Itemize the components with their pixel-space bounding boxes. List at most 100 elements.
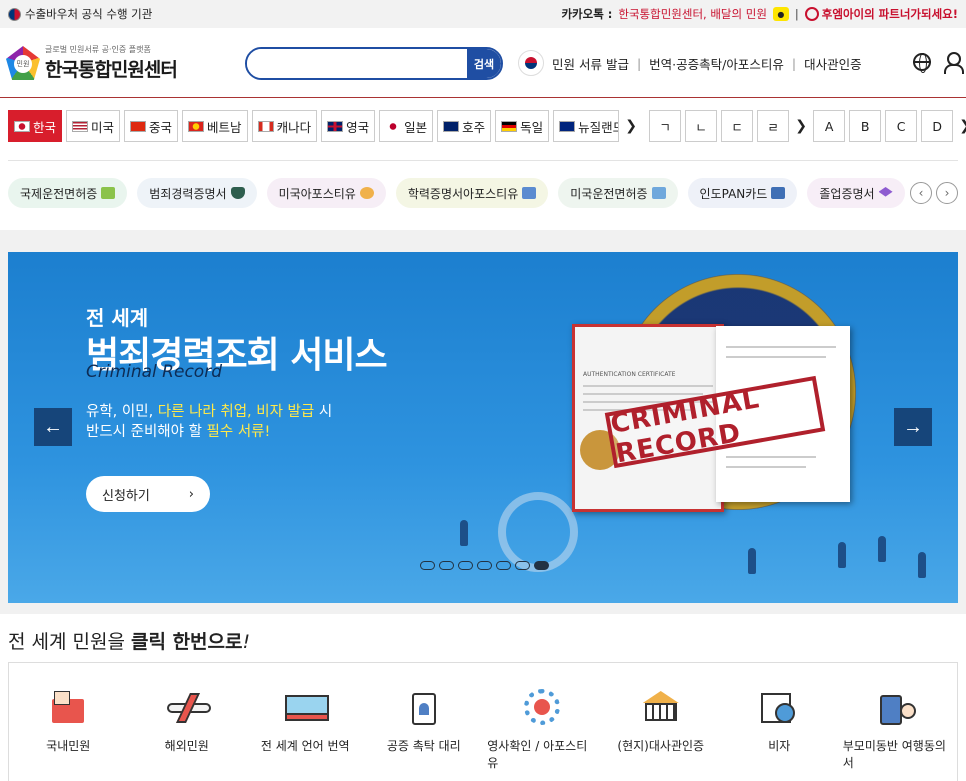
chips-next-button[interactable]: › [936,182,958,204]
kakao-icon[interactable]: ● [772,7,789,21]
country-tab-china[interactable]: 중국 [124,110,179,142]
country-tab-new-zealand[interactable]: 뉴질랜드 [553,110,620,142]
banner-next-button[interactable]: → [894,408,932,446]
letter-filter-b[interactable]: B [849,110,882,142]
slide-dot[interactable] [458,561,473,570]
slide-dot[interactable] [439,561,454,570]
quick-visa[interactable]: 비자 [724,687,834,781]
graduation-cap-icon [878,187,893,197]
logo-title: 한국통합민원센터 [45,59,178,81]
country-tab-germany[interactable]: 독일 [495,110,550,142]
voucher-notice: 수출바우처 공식 수행 기관 [8,6,152,22]
quick-embassy[interactable]: (현지)대사관인증 [606,687,716,781]
luggage-icon [878,687,918,727]
folder-icon [48,687,88,727]
nav-embassy-certification[interactable]: 대사관인증 [804,54,862,73]
chip-international-license[interactable]: 국제운전면허증 [8,178,128,208]
apply-button[interactable]: 신청하기 › [86,476,210,512]
australia-flag-icon [443,120,460,132]
quick-translation[interactable]: 전 세계 언어 번역 [250,687,360,781]
banner-english-title: Criminal Record [86,362,222,382]
chip-diploma-apostille[interactable]: 학력증명서아포스티유 [395,178,549,208]
country-tabs: 한국 미국 중국 베트남 캐나다 영국 일본 호주 독일 뉴질랜드 ❯ ㄱ ㄴ … [8,110,966,142]
slide-dot[interactable] [515,561,530,570]
site-logo[interactable]: 민원 글로벌 민원서류 공·인증 플랫폼 한국통합민원센터 [6,44,178,82]
chip-us-license[interactable]: 미국운전면허증 [558,178,678,208]
chevron-right-icon[interactable]: ❯ [957,118,966,134]
chevron-right-icon[interactable]: ❯ [793,118,809,134]
germany-flag-icon [501,120,518,132]
id-badge-icon [404,687,444,727]
country-tab-korea[interactable]: 한국 [8,110,63,142]
divider [8,160,958,161]
slide-dot[interactable] [477,561,492,570]
nav-document-issue[interactable]: 민원 서류 발급 [552,54,629,73]
slide-dot[interactable] [420,561,435,570]
nav-translation-apostille[interactable]: 번역·공증촉탁/아포스티유 [649,54,784,73]
letter-filter-giyeok[interactable]: ㄱ [649,110,682,142]
search-input[interactable] [247,49,467,78]
slide-dot[interactable] [496,561,511,570]
slide-dot-active[interactable] [534,561,549,570]
uk-flag-icon [327,120,344,132]
hero-banner[interactable]: AUTHENTICATION CERTIFICATE CRIMINAL RECO… [8,252,958,603]
canada-flag-icon [257,120,274,132]
letter-filter-d[interactable]: D [921,110,954,142]
section-title: 전 세계 민원을 클릭 한번으로! [8,631,251,653]
id-card-icon [651,187,666,199]
top-bar: 수출바우처 공식 수행 기관 카카오톡 : 한국통합민원센터, 배달의 민원 ●… [0,0,966,28]
usa-flag-icon [72,120,89,132]
korea-flag-icon [14,120,30,132]
quick-apostille[interactable]: 영사확인 / 아포스티유 [487,687,597,781]
site-header: 민원 글로벌 민원서류 공·인증 플랫폼 한국통합민원센터 검색 민원 서류 발… [0,28,966,98]
search-button[interactable]: 검색 [467,49,501,78]
popular-services: 국제운전면허증 범죄경력증명서 미국아포스티유 학력증명서아포스티유 미국운전면… [8,178,905,208]
quick-travel-consent[interactable]: 부모미동반 여행동의서 [843,687,953,781]
letter-filter-c[interactable]: C [885,110,918,142]
search-box: 검색 [245,47,503,80]
quick-overseas[interactable]: 해외민원 [132,687,242,781]
letter-filter-digeut[interactable]: ㄷ [721,110,754,142]
logo-mark-icon: 민원 [6,46,40,80]
country-tab-usa[interactable]: 미국 [66,110,121,142]
car-icon [101,187,116,199]
kakao-label: 카카오톡 : [561,7,613,21]
letter-filter-rieul[interactable]: ㄹ [757,110,790,142]
folder-icon [522,187,537,199]
voucher-text: 수출바우처 공식 수행 기관 [25,7,153,21]
korea-emblem-icon [8,7,21,21]
letter-filter-nieun[interactable]: ㄴ [685,110,718,142]
user-icon[interactable] [944,52,964,74]
kakao-link[interactable]: 한국통합민원센터, 배달의 민원 [618,6,767,22]
chip-india-pan-card[interactable]: 인도PAN카드 [687,178,798,208]
chip-us-apostille[interactable]: 미국아포스티유 [266,178,386,208]
quick-notary[interactable]: 공증 촉탁 대리 [369,687,479,781]
globe-icon[interactable] [913,53,931,73]
divider: | [794,7,799,21]
quick-domestic[interactable]: 국내민원 [13,687,123,781]
country-tab-vietnam[interactable]: 베트남 [182,110,248,142]
slide-indicators [420,561,549,570]
country-tab-uk[interactable]: 영국 [321,110,376,142]
china-flag-icon [130,120,147,132]
japan-flag-icon [385,120,402,132]
new-zealand-flag-icon [559,120,576,132]
ticket-icon [285,687,330,727]
country-tab-japan[interactable]: 일본 [379,110,434,142]
card-icon [771,187,786,199]
banner-description-line2: 반드시 준비해야 할 필수 서류! [86,424,271,440]
logo-subtitle: 글로벌 민원서류 공·인증 플랫폼 [45,45,151,54]
chip-criminal-record[interactable]: 범죄경력증명서 [137,178,257,208]
partner-link[interactable]: 후엠아이의 파트너가되세요! [804,6,958,22]
main-nav: 민원 서류 발급 | 번역·공증촉탁/아포스티유 | 대사관인증 [518,50,862,76]
partner-text: 후엠아이의 파트너가되세요! [821,7,958,21]
medal-icon [359,187,374,199]
chips-prev-button[interactable]: ‹ [910,182,932,204]
chevron-right-icon[interactable]: ❯ [623,118,639,134]
chip-graduation-certificate[interactable]: 졸업증명서 [807,178,905,208]
embassy-icon [641,687,681,727]
banner-prev-button[interactable]: ← [34,408,72,446]
letter-filter-a[interactable]: A [813,110,846,142]
country-tab-canada[interactable]: 캐나다 [251,110,318,142]
country-tab-australia[interactable]: 호주 [437,110,492,142]
